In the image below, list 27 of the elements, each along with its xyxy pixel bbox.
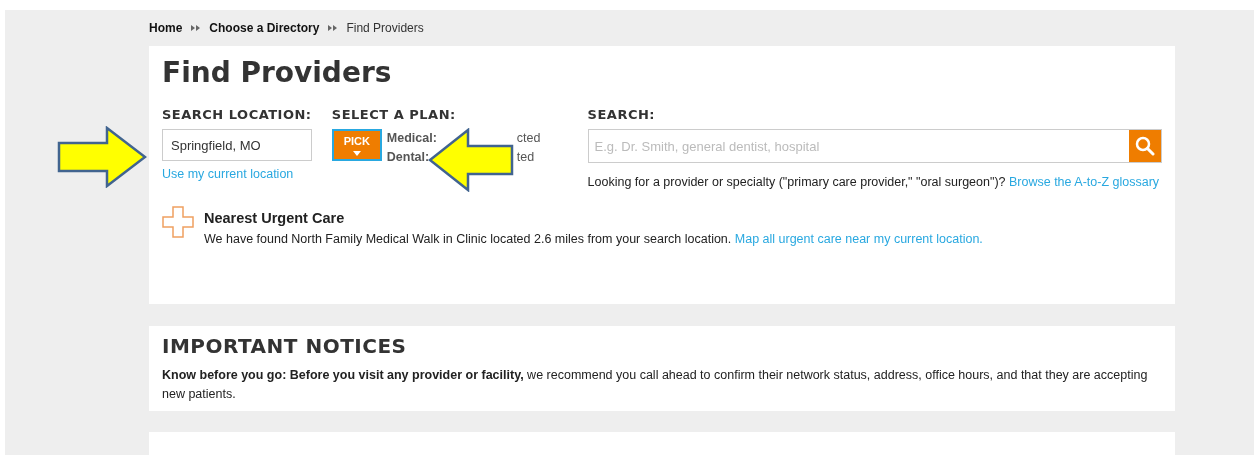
field-label: SELECT A PLAN: <box>331 107 457 122</box>
plan-name: Dental: <box>386 149 431 166</box>
breadcrumb-separator-icon <box>191 25 201 31</box>
field-label: SEARCH LOCATION: <box>162 107 313 122</box>
current-location-link[interactable]: Use my current location <box>162 167 332 181</box>
page-title: Find Providers <box>162 56 393 89</box>
search-button[interactable] <box>1129 130 1161 162</box>
urgent-care-map-link[interactable]: Map all urgent care near my current location. <box>734 232 983 246</box>
breadcrumb-link[interactable]: Home <box>149 21 183 35</box>
search-icon <box>1135 136 1155 156</box>
caret-icon <box>352 150 361 156</box>
breadcrumb-link[interactable]: Choose a Directory <box>209 21 320 35</box>
search-hint: Looking for a provider or specialty ("primary care provider," "oral surgeon")? Browse the A-to-Z glossary <box>587 174 1161 191</box>
glossary-link[interactable]: Browse the A-to-Z glossary <box>1009 175 1160 189</box>
plan-status: ted <box>516 149 535 166</box>
plan-status: cted <box>516 130 541 147</box>
notices-title: IMPORTANT NOTICES <box>162 334 408 358</box>
urgent-care-text: We have found North Family Medical Walk in Clinic located 2.6 miles from your search location. Map all urgent care near my current location. <box>204 232 983 246</box>
field-label: SEARCH: <box>587 107 656 122</box>
cross-icon <box>162 206 194 238</box>
pick-button[interactable]: PICK <box>331 129 382 161</box>
breadcrumb-separator-icon <box>328 25 338 31</box>
breadcrumb-current-page: Find Providers <box>346 21 424 35</box>
urgent-care-title: Nearest Urgent Care <box>204 210 346 226</box>
location-field[interactable]: Springfield, MO <box>162 129 312 161</box>
plan-name: Medical: <box>386 130 438 147</box>
notices-text: Know before you go: Before you visit any provider or facility, we recommend you call ahead to confirm their network status, address, office hours, and that they are accepting new patients. <box>162 367 1149 403</box>
